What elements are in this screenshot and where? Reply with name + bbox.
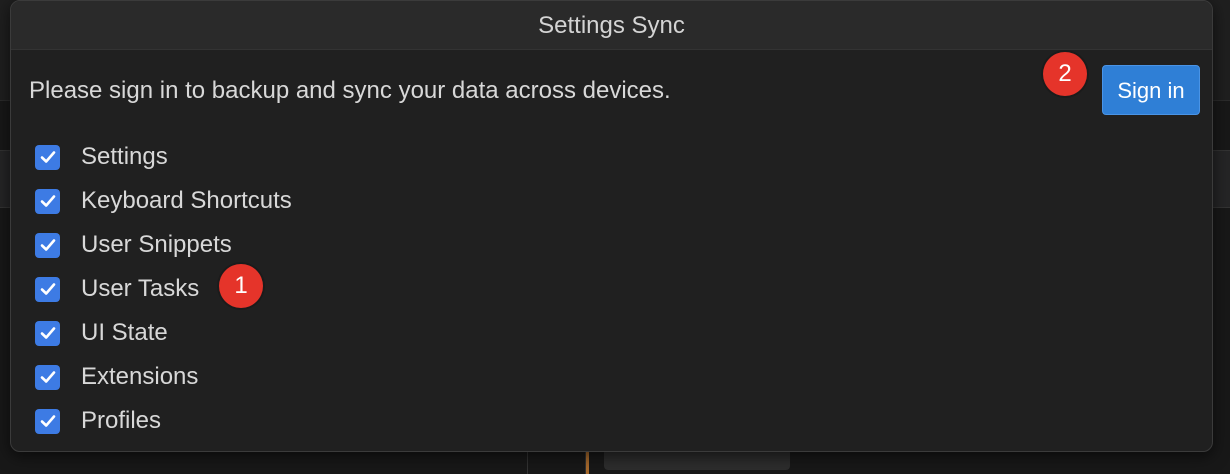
checkbox[interactable]: [35, 188, 60, 214]
checkmark-icon: [40, 283, 55, 295]
sync-item-ui-state[interactable]: UI State: [35, 311, 292, 355]
sync-item-extensions[interactable]: Extensions: [35, 355, 292, 399]
checkbox[interactable]: [35, 364, 60, 390]
sign-in-button[interactable]: Sign in: [1102, 65, 1200, 115]
sync-item-keyboard-shortcuts[interactable]: Keyboard Shortcuts: [35, 179, 292, 223]
checkmark-icon: [40, 371, 55, 383]
checkmark-icon: [40, 151, 55, 163]
checkbox[interactable]: [35, 232, 60, 258]
sync-item-label: UI State: [81, 319, 168, 346]
sign-in-message: Please sign in to backup and sync your d…: [29, 77, 671, 104]
checkmark-icon: [40, 327, 55, 339]
sync-item-user-snippets[interactable]: User Snippets: [35, 223, 292, 267]
sync-item-label: Profiles: [81, 407, 162, 434]
settings-sync-dialog: Settings Sync Please sign in to backup a…: [10, 0, 1213, 452]
checkbox[interactable]: [35, 144, 60, 170]
annotation-badge-2: 2: [1043, 52, 1087, 96]
annotation-badge-1: 1: [219, 264, 263, 308]
checkmark-icon: [40, 239, 55, 251]
background-accent-line: [586, 452, 589, 474]
checkmark-icon: [40, 195, 55, 207]
sync-item-label: Settings: [81, 143, 168, 170]
sync-item-label: Keyboard Shortcuts: [81, 187, 292, 214]
checkbox[interactable]: [35, 408, 60, 434]
sync-item-label: Extensions: [81, 363, 199, 390]
dialog-title: Settings Sync: [11, 1, 1212, 50]
sync-item-profiles[interactable]: Profiles: [35, 399, 292, 443]
sync-item-label: User Tasks: [81, 275, 200, 302]
sync-item-label: User Snippets: [81, 231, 232, 258]
sync-item-settings[interactable]: Settings: [35, 135, 292, 179]
checkbox[interactable]: [35, 320, 60, 346]
checkmark-icon: [40, 415, 55, 427]
checkbox[interactable]: [35, 276, 60, 302]
